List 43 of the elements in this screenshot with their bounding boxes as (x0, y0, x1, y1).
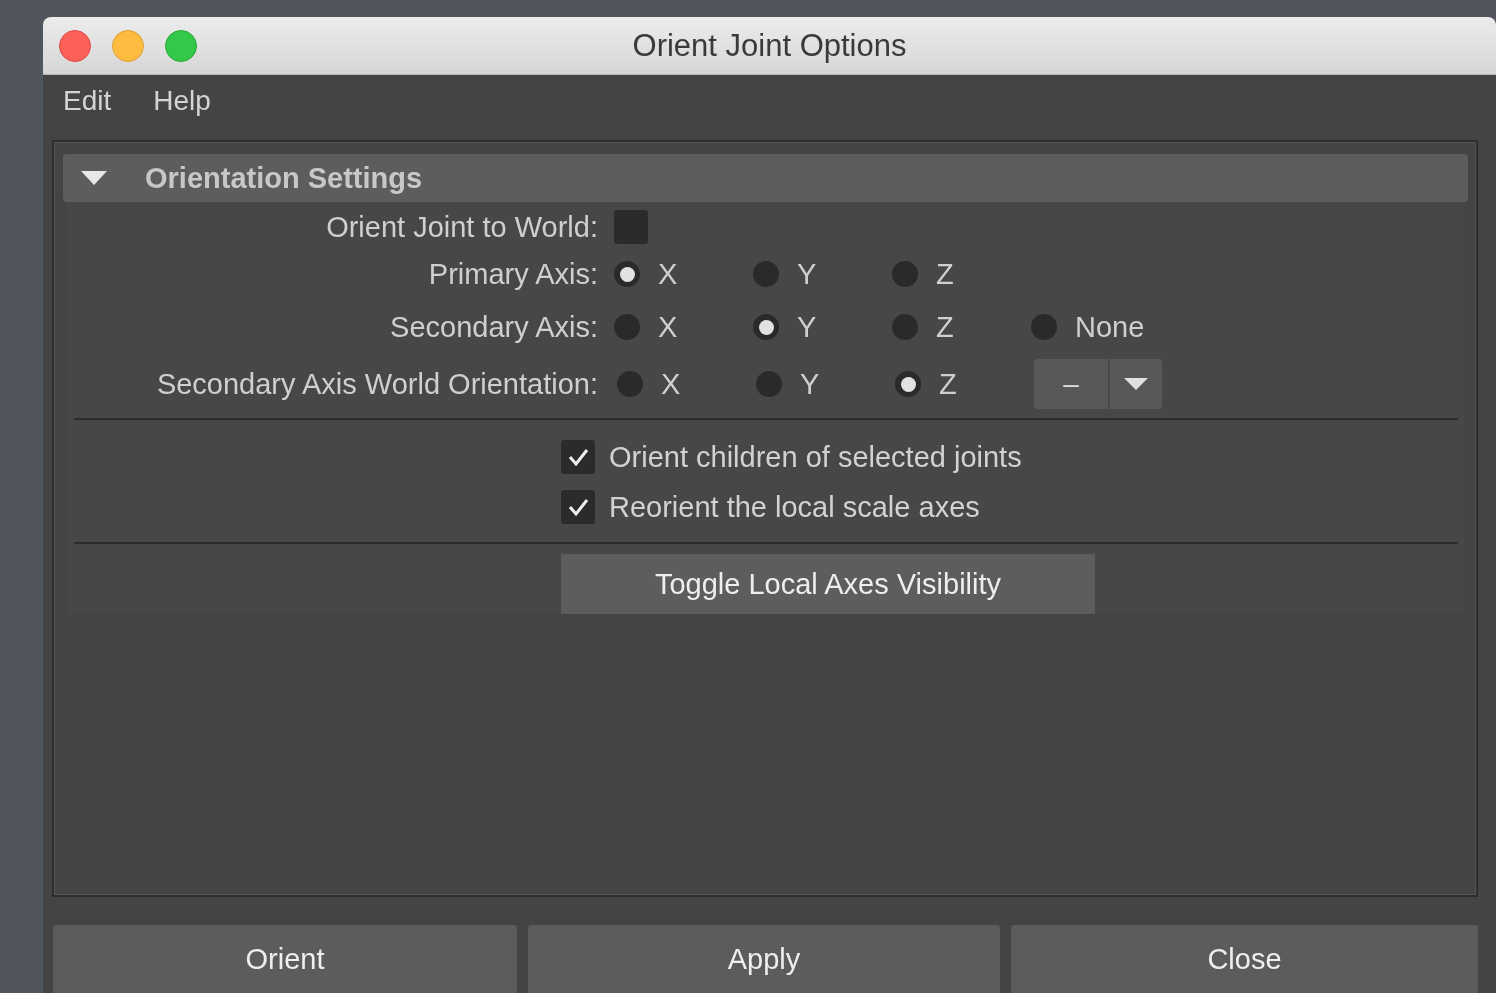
checkbox[interactable] (614, 210, 648, 244)
menu-item[interactable]: Edit (63, 85, 112, 117)
action-button[interactable]: Orient (53, 925, 517, 993)
radio-button[interactable] (753, 261, 779, 287)
radio-button[interactable] (892, 314, 918, 340)
section-header[interactable]: Orientation Settings (63, 154, 1468, 202)
action-button[interactable]: Apply (528, 925, 1000, 993)
minimize-icon[interactable] (112, 30, 144, 62)
checkbox-label: Reorient the local scale axes (609, 490, 980, 524)
zoom-icon[interactable] (165, 30, 197, 62)
radio-label: X (661, 367, 681, 401)
caret-icon (1124, 378, 1148, 390)
radio-label: Y (797, 310, 817, 344)
radio-button[interactable] (1031, 314, 1057, 340)
radio-button[interactable] (892, 261, 918, 287)
checkbox[interactable] (561, 490, 595, 524)
field-label: Secondary Axis World Orientation: (155, 367, 598, 401)
checkbox-label: Orient children of selected joints (609, 440, 1022, 474)
action-button[interactable]: Close (1011, 925, 1478, 993)
radio-label: None (1075, 310, 1145, 344)
field-label: Orient Joint to World: (325, 210, 598, 244)
field-label: Primary Axis: (427, 257, 598, 291)
radio-button[interactable] (895, 371, 921, 397)
radio-label: X (658, 257, 678, 291)
window-title: Orient Joint Options (632, 27, 907, 64)
menu-item[interactable]: Help (153, 85, 211, 117)
radio-label: Y (797, 257, 817, 291)
radio-label: Z (936, 257, 954, 291)
field-label: Secondary Axis: (389, 310, 598, 344)
dropdown[interactable]: – (1034, 359, 1162, 409)
radio-label: X (658, 310, 678, 344)
radio-button[interactable] (614, 261, 640, 287)
radio-label: Y (800, 367, 820, 401)
close-icon[interactable] (59, 30, 91, 62)
radio-button[interactable] (756, 371, 782, 397)
radio-button[interactable] (614, 314, 640, 340)
checkbox[interactable] (561, 440, 595, 474)
radio-button[interactable] (617, 371, 643, 397)
toggle-button[interactable]: Toggle Local Axes Visibility (561, 554, 1095, 614)
radio-button[interactable] (753, 314, 779, 340)
disclosure-triangle-icon (81, 171, 107, 185)
radio-label: Z (939, 367, 957, 401)
radio-label: Z (936, 310, 954, 344)
